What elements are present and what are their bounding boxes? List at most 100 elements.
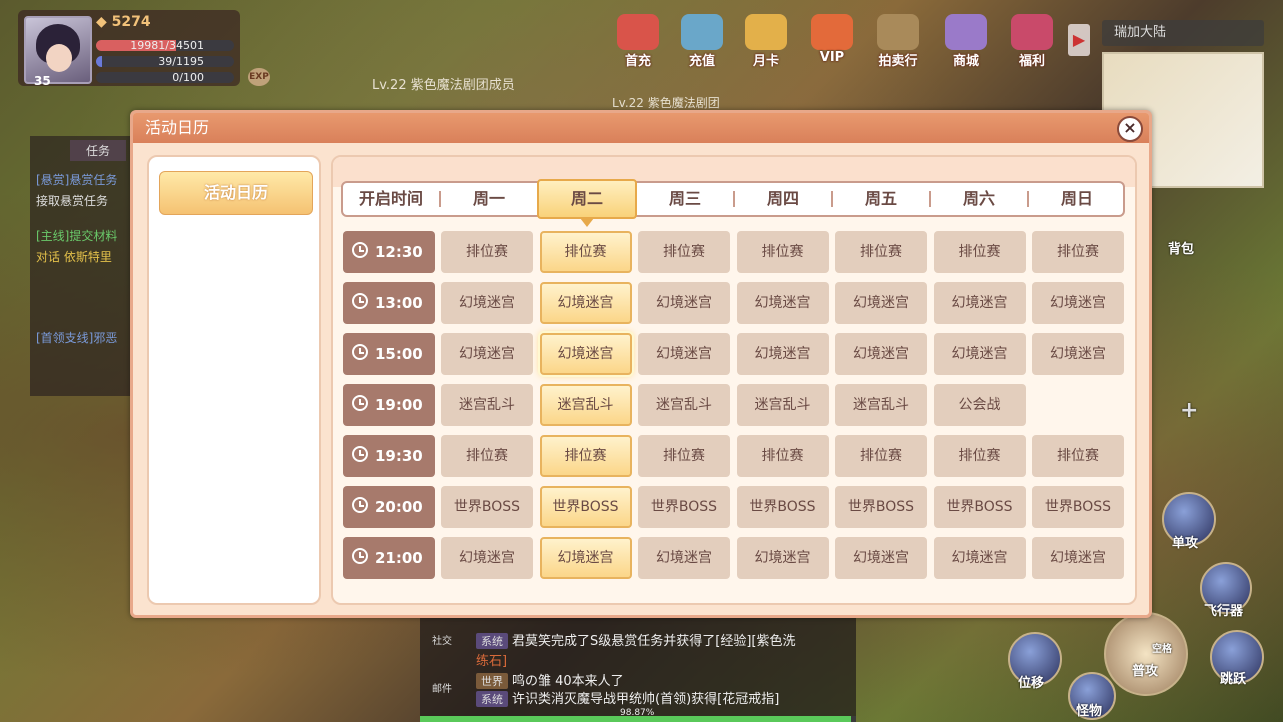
menu-auction[interactable]: 拍卖行 [872,14,924,70]
activity-cell[interactable]: 幻境迷宫 [933,333,1026,375]
activity-cell[interactable]: 公会战 [933,384,1026,426]
activity-cell[interactable]: 幻境迷宫 [835,537,927,579]
clock-icon [352,395,368,411]
bag-label[interactable]: 背包 [1168,238,1194,257]
hp-bar: 19981/34501 [96,40,234,51]
side-nav: 活动日历 [147,155,321,605]
activity-cell[interactable]: 迷宫乱斗 [736,384,829,426]
activity-cell[interactable]: 排位赛 [736,231,829,273]
activity-cell[interactable]: 幻境迷宫 [835,282,927,324]
avatar-face [46,44,72,72]
activity-cell[interactable]: 幻境迷宫 [736,333,829,375]
quest-tab[interactable]: 任务 [70,140,126,161]
menu-shop[interactable]: 商城 [940,14,992,70]
time-slot: 19:00 [343,384,435,426]
side-nav-calendar[interactable]: 活动日历 [159,171,313,215]
time-slot: 15:00 [343,333,435,375]
menu-first-charge[interactable]: 首充 [612,14,664,70]
clock-icon [352,293,368,309]
activity-cell[interactable]: 排位赛 [1032,231,1124,273]
activity-cell[interactable]: 世界BOSS [638,486,730,528]
activity-cell[interactable]: 排位赛 [441,231,533,273]
tab-saturday[interactable]: 周六 [931,183,1027,215]
activity-cell[interactable]: 排位赛 [638,435,730,477]
activity-cell[interactable]: 世界BOSS [539,486,632,528]
activity-cell[interactable]: 幻境迷宫 [736,537,829,579]
activity-cell[interactable]: 幻境迷宫 [539,333,632,375]
tab-wednesday[interactable]: 周三 [637,183,733,215]
social-button[interactable]: 社交 [428,632,456,647]
activity-cell[interactable]: 迷宫乱斗 [539,384,632,426]
activity-cell[interactable]: 世界BOSS [1032,486,1124,528]
region-selector[interactable]: 瑞加大陆 [1102,20,1264,46]
menu-recharge[interactable]: 充值 [676,14,728,70]
activity-cell[interactable]: 幻境迷宫 [933,537,1026,579]
activity-cell[interactable]: 幻境迷宫 [638,333,730,375]
tab-sunday[interactable]: 周日 [1029,183,1125,215]
activity-cell[interactable]: 排位赛 [933,435,1026,477]
close-button[interactable]: × [1117,116,1143,142]
quest-item[interactable]: [首领支线]邪恶 [30,327,130,348]
activity-cell[interactable]: 排位赛 [539,231,632,273]
gem-count: ◆ 5274 [96,14,151,30]
chat-line: 练石] [476,654,508,669]
quest-item[interactable]: 对话 依斯特里 [30,246,130,267]
exp-progress-label: 98.87% [620,708,655,718]
activity-cell[interactable]: 幻境迷宫 [1032,282,1124,324]
crown-icon [811,14,853,50]
activity-cell[interactable]: 迷宫乱斗 [441,384,533,426]
calendar-panel: 开启时间 周一 周二 周三 周四 周五 周六 周日 12:30 排位赛 排位赛 排位赛… [331,155,1137,605]
plus-button[interactable]: + [1180,398,1198,423]
exp-badge[interactable]: EXP [248,68,270,86]
menu-vip[interactable]: VIP [806,14,858,70]
activity-cell[interactable]: 排位赛 [835,435,927,477]
tab-friday[interactable]: 周五 [833,183,929,215]
activity-cell[interactable]: 世界BOSS [736,486,829,528]
activity-cell[interactable]: 世界BOSS [933,486,1026,528]
activity-cell[interactable]: 幻境迷宫 [539,537,632,579]
activity-cell[interactable]: 幻境迷宫 [441,537,533,579]
flyer-label: 飞行器 [1204,604,1244,619]
activity-cell[interactable]: 幻境迷宫 [736,282,829,324]
activity-cell[interactable]: 幻境迷宫 [1032,537,1124,579]
clock-icon [352,548,368,564]
time-label: 21:00 [375,549,423,567]
menu-monthly-card[interactable]: 月卡 [740,14,792,70]
activity-cell[interactable]: 排位赛 [1032,435,1124,477]
activity-cell[interactable]: 幻境迷宫 [1032,333,1124,375]
tab-thursday[interactable]: 周四 [735,183,831,215]
player-avatar[interactable]: 35 [24,16,92,88]
activity-cell[interactable]: 排位赛 [933,231,1026,273]
activity-cell[interactable]: 幻境迷宫 [933,282,1026,324]
normal-attack-button[interactable] [1104,612,1188,696]
activity-cell[interactable]: 世界BOSS [441,486,533,528]
activity-cell[interactable]: 幻境迷宫 [441,333,533,375]
dialog-title: 活动日历 [133,113,1149,143]
quest-item[interactable]: [悬赏]悬赏任务 [30,169,130,190]
tab-monday[interactable]: 周一 [441,183,537,215]
activity-cell[interactable]: 排位赛 [441,435,533,477]
activity-cell[interactable]: 排位赛 [638,231,730,273]
activity-cell[interactable]: 迷宫乱斗 [835,384,927,426]
activity-cell[interactable]: 幻境迷宫 [638,282,730,324]
menu-welfare[interactable]: 福利 [1006,14,1058,70]
clock-icon [352,344,368,360]
activity-cell[interactable]: 幻境迷宫 [441,282,533,324]
activity-cell[interactable]: 幻境迷宫 [638,537,730,579]
activity-cell[interactable]: 排位赛 [539,435,632,477]
quest-item[interactable]: 接取悬赏任务 [30,190,130,211]
player-level: 35 [34,74,51,88]
scale-icon [877,14,919,50]
space-key-label: 空格 [1152,644,1172,655]
activity-cell[interactable]: 排位赛 [835,231,927,273]
expand-arrow-button[interactable]: ▶ [1068,24,1090,56]
activity-cell[interactable]: 幻境迷宫 [539,282,632,324]
activity-cell[interactable]: 迷宫乱斗 [638,384,730,426]
quest-item[interactable]: [主线]提交材料 [30,225,130,246]
activity-cell[interactable]: 世界BOSS [835,486,927,528]
npc-name-tag: Lv.22 紫色魔法剧团成员 [372,78,515,93]
tab-tuesday[interactable]: 周二 [537,183,637,215]
activity-cell[interactable]: 排位赛 [736,435,829,477]
activity-cell[interactable]: 幻境迷宫 [835,333,927,375]
mail-button[interactable]: 邮件 [428,680,456,695]
